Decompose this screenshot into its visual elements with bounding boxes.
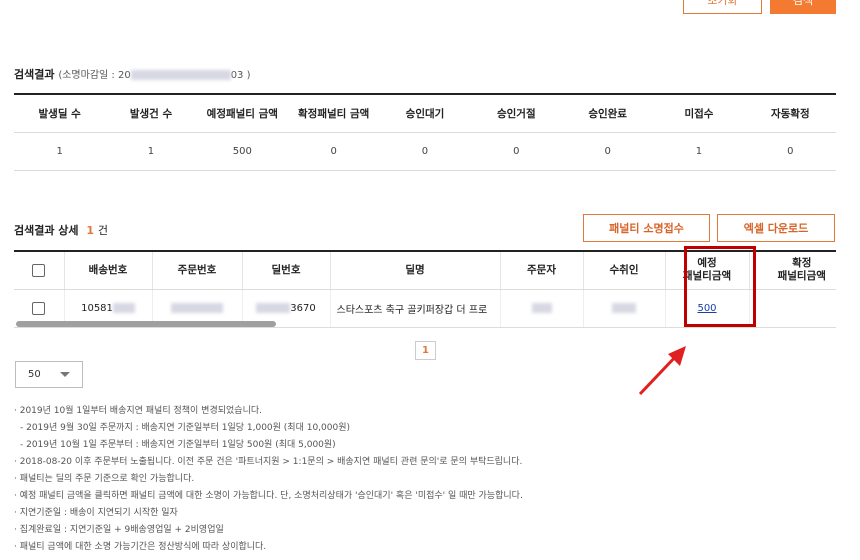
search-result-heading: 검색결과 (소명마감일 : 20 03 ) — [14, 66, 251, 82]
detail-count-unit: 건 — [97, 224, 109, 237]
detail-header-row: 배송번호 주문번호 딜번호 딜명 주문자 수취인 예정 패널티금액 확정 패널티… — [14, 251, 836, 290]
cell-confirmed-penalty — [749, 289, 836, 328]
summary-header-cell: 예정패널티 금액 — [196, 94, 288, 133]
select-all-checkbox[interactable] — [32, 263, 46, 277]
detail-table-scroll[interactable]: 배송번호 주문번호 딜번호 딜명 주문자 수취인 예정 패널티금액 확정 패널티… — [14, 250, 836, 328]
cutoff-date-prefix: (소명마감일 : 20 — [58, 70, 131, 81]
summary-header-cell: 발생딜 수 — [14, 94, 106, 133]
summary-header-cell: 자동확정 — [744, 94, 836, 133]
note-item: · 집계완료일 : 지연기준일 + 9배송영업일 + 2비영업일 — [14, 525, 224, 535]
summary-header-cell: 승인거절 — [470, 94, 562, 133]
cell-expected-penalty: 500 — [665, 289, 750, 328]
cutoff-date-suffix: 03 ) — [230, 70, 251, 81]
redacted-date — [130, 70, 231, 80]
summary-header-cell: 확정패널티 금액 — [287, 94, 380, 133]
summary-values-row: 1 1 500 0 0 0 0 1 0 — [14, 132, 836, 171]
col-deal-no: 딜번호 — [242, 251, 331, 290]
redacted-orderer — [531, 302, 552, 313]
note-item: · 2019년 10월 1일부터 배송지연 패널티 정책이 변경되었습니다. — [14, 406, 262, 416]
col-expected-penalty: 예정 패널티금액 — [665, 251, 750, 290]
summary-value-cell: 1 — [105, 132, 197, 171]
summary-header-row: 발생딜 수 발생건 수 예정패널티 금액 확정패널티 금액 승인대기 승인거절 승인완료 미접… — [14, 94, 836, 133]
search-result-title: 검색결과 — [14, 68, 55, 81]
deal-name-text: 스타스포츠 축구 골키퍼장갑 더 프로 — [336, 304, 488, 316]
col-shipping-no: 배송번호 — [64, 251, 153, 290]
col-orderer: 주문자 — [500, 251, 584, 290]
summary-value-cell: 1 — [653, 132, 745, 171]
row-checkbox[interactable] — [32, 301, 46, 315]
horizontal-scrollbar[interactable] — [16, 321, 276, 327]
note-item: · 지연기준일 : 배송이 지연되기 시작한 일자 — [14, 508, 178, 518]
col-order-no: 주문번호 — [152, 251, 243, 290]
col-confirmed-penalty: 확정 패널티금액 — [749, 251, 836, 290]
cell-recipient — [583, 289, 666, 328]
note-item: · 패널티는 딜의 주문 기준으로 확인 가능합니다. — [14, 474, 195, 484]
summary-header-cell: 미접수 — [653, 94, 745, 133]
reset-button[interactable]: 초기화 — [683, 0, 762, 14]
col-recipient: 수취인 — [583, 251, 666, 290]
redacted-shipping-no — [112, 302, 135, 313]
col-confirmed-penalty-line1: 확정 — [792, 257, 812, 270]
cell-orderer — [500, 289, 584, 328]
excel-download-button[interactable]: 엑셀 다운로드 — [717, 214, 835, 242]
detail-table: 배송번호 주문번호 딜번호 딜명 주문자 수취인 예정 패널티금액 확정 패널티… — [14, 250, 836, 328]
deal-no-suffix: 3670 — [290, 302, 316, 314]
note-item: - 2019년 9월 30일 주문까지 : 배송지연 기준일부터 1일당 1,0… — [20, 423, 350, 433]
summary-value-cell: 0 — [561, 132, 654, 171]
detail-title: 검색결과 상세 — [14, 224, 79, 237]
redacted-order-no — [171, 302, 223, 313]
search-button[interactable]: 검색 — [770, 0, 836, 14]
summary-header-cell: 발생건 수 — [105, 94, 197, 133]
col-deal-name: 딜명 — [330, 251, 501, 290]
note-item: · 2018-08-20 이후 주문부터 노출됩니다. 이전 주문 건은 '파트… — [14, 457, 523, 467]
summary-value-cell: 0 — [470, 132, 562, 171]
redacted-recipient — [612, 302, 636, 313]
page-1-button[interactable]: 1 — [415, 341, 436, 360]
summary-header-cell: 승인대기 — [379, 94, 471, 133]
note-item: - 2019년 10월 1일 주문부터 : 배송지연 기준일부터 1일당 500… — [20, 440, 336, 450]
cell-deal-name: 스타스포츠 축구 골키퍼장갑 더 프로 — [330, 289, 501, 328]
expected-penalty-link[interactable]: 500 — [697, 303, 716, 314]
note-item: · 예정 패널티 금액을 클릭하면 패널티 금액에 대한 소명이 가능합니다. … — [14, 491, 523, 501]
col-expected-penalty-line1: 예정 — [697, 257, 717, 270]
summary-value-cell: 1 — [14, 132, 106, 171]
col-confirmed-penalty-line2: 패널티금액 — [777, 270, 826, 283]
notes-list: · 2019년 10월 1일부터 배송지연 패널티 정책이 변경되었습니다. -… — [14, 403, 844, 556]
cutoff-date: (소명마감일 : 20 03 ) — [58, 70, 251, 81]
summary-value-cell: 0 — [379, 132, 471, 171]
summary-value-cell: 500 — [196, 132, 288, 171]
col-expected-penalty-line2: 패널티금액 — [682, 270, 732, 283]
page-size-value: 50 — [28, 369, 41, 380]
annotation-arrow-icon — [638, 346, 686, 396]
detail-count: 1 — [86, 224, 95, 237]
summary-table: 발생딜 수 발생건 수 예정패널티 금액 확정패널티 금액 승인대기 승인거절 승인완료 미접… — [14, 93, 836, 171]
shipping-no-text: 10581 — [81, 302, 113, 314]
penalty-appeal-button[interactable]: 패널티 소명접수 — [583, 214, 710, 242]
detail-heading: 검색결과 상세 1 건 — [14, 222, 108, 238]
summary-value-cell: 0 — [744, 132, 836, 171]
summary-header-cell: 승인완료 — [561, 94, 654, 133]
summary-value-cell: 0 — [287, 132, 380, 171]
note-item: · 패널티 금액에 대한 소명 가능기간은 정산방식에 따라 상이합니다. — [14, 542, 267, 552]
chevron-down-icon — [60, 372, 70, 377]
page-size-select[interactable]: 50 — [15, 361, 83, 388]
redacted-deal-no — [256, 302, 291, 313]
select-all-cell — [14, 251, 65, 290]
